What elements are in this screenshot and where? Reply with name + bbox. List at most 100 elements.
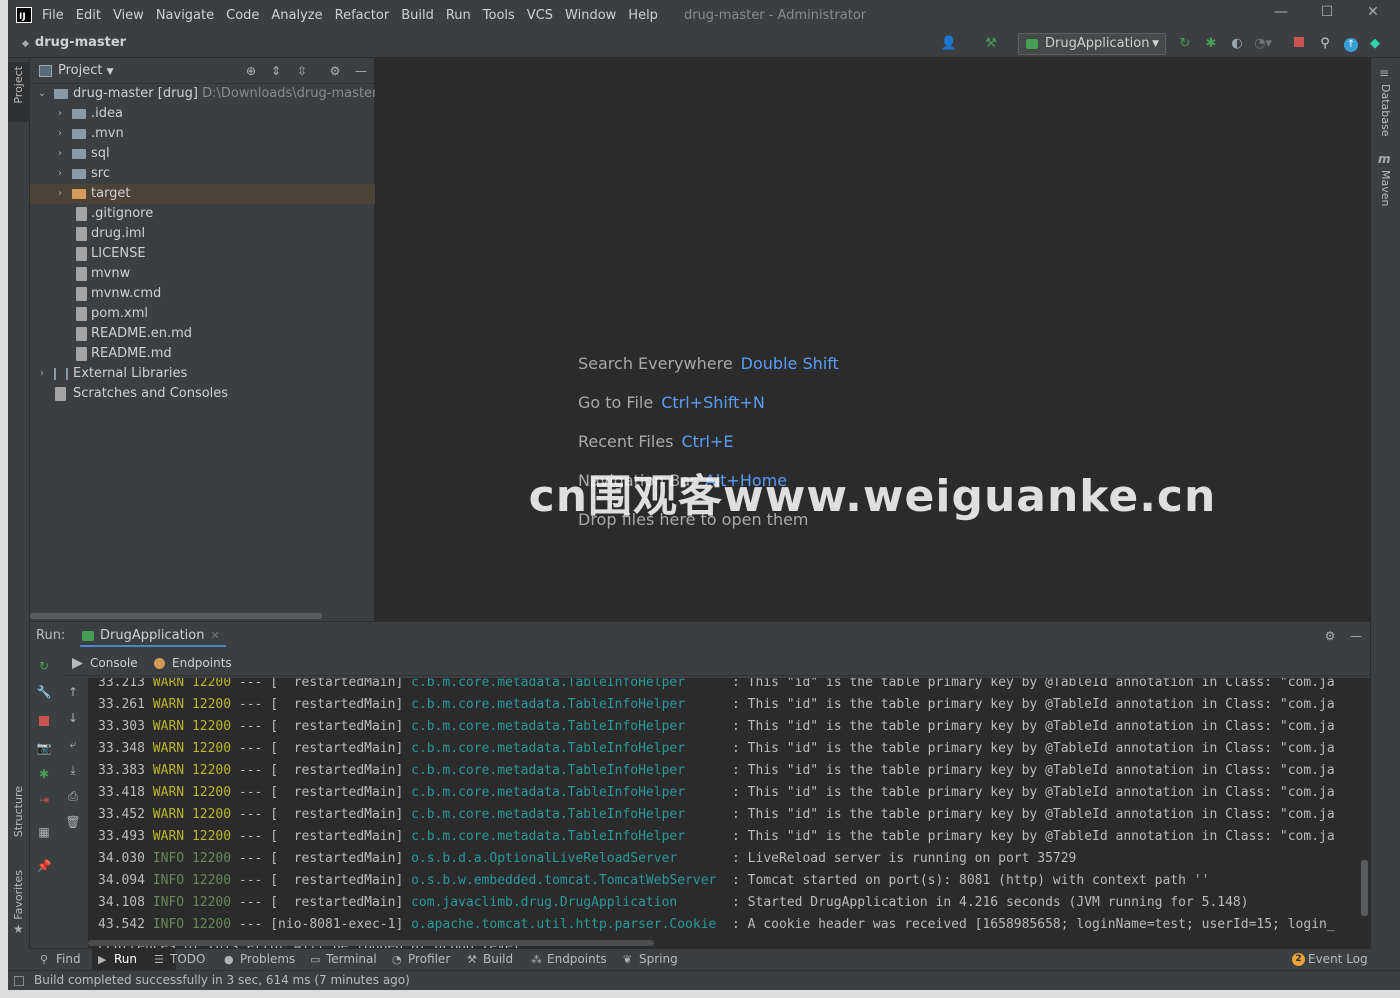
- subtab-endpoints[interactable]: Endpoints: [154, 656, 232, 670]
- up-arrow-icon[interactable]: ↑: [65, 684, 81, 700]
- menu-run[interactable]: Run: [446, 8, 471, 23]
- log-pid: 12200: [191, 697, 232, 712]
- build-hammer-icon[interactable]: ⚒: [982, 35, 1000, 53]
- bottom-tab-todo[interactable]: ☰ TODO: [154, 952, 205, 966]
- tool-tab-structure[interactable]: Structure: [12, 786, 25, 837]
- gear-icon[interactable]: ⚙: [327, 63, 343, 79]
- tree-item[interactable]: mvnw.cmd: [30, 284, 375, 304]
- profiler-icon[interactable]: ◔▾: [1254, 35, 1272, 53]
- pin-icon[interactable]: 📌: [36, 858, 52, 874]
- tree-item[interactable]: › .idea: [30, 104, 375, 124]
- menu-navigate[interactable]: Navigate: [156, 8, 214, 23]
- rerun-icon[interactable]: ↻: [36, 658, 52, 674]
- menu-view[interactable]: View: [113, 8, 144, 23]
- trash-icon[interactable]: 🗑: [65, 814, 81, 830]
- chevron-right-icon[interactable]: ›: [54, 184, 66, 204]
- search-icon[interactable]: ⚲: [1316, 35, 1334, 53]
- bottom-tab-run[interactable]: ▶ Run: [98, 952, 137, 966]
- run-tab-drugapplication[interactable]: DrugApplication ✕: [80, 625, 226, 647]
- down-arrow-icon[interactable]: ↓: [65, 710, 81, 726]
- tree-item[interactable]: › target: [30, 184, 375, 204]
- debug-icon[interactable]: ✱: [36, 766, 52, 782]
- maximize-button[interactable]: ☐: [1312, 4, 1342, 26]
- chevron-down-icon[interactable]: ⌄: [36, 84, 48, 104]
- print-icon[interactable]: ⎙: [65, 788, 81, 804]
- menu-window[interactable]: Window: [565, 8, 616, 23]
- menu-build[interactable]: Build: [401, 8, 434, 23]
- user-icon[interactable]: 👤▾: [940, 35, 958, 69]
- scroll-to-end-icon[interactable]: ⤓: [65, 762, 81, 778]
- chevron-right-icon[interactable]: ›: [54, 104, 66, 124]
- status-message[interactable]: Build completed successfully in 3 sec, 6…: [34, 973, 410, 987]
- tree-item[interactable]: pom.xml: [30, 304, 375, 324]
- run-config-selector[interactable]: DrugApplication ▼: [1018, 33, 1166, 55]
- coverage-icon[interactable]: ◐: [1228, 35, 1246, 53]
- stop-icon[interactable]: [36, 714, 52, 730]
- chevron-right-icon[interactable]: ›: [54, 144, 66, 164]
- tree-item[interactable]: .gitignore: [30, 204, 375, 224]
- menu-refactor[interactable]: Refactor: [335, 8, 390, 23]
- bottom-tab-problems[interactable]: ● Problems: [224, 952, 295, 966]
- menu-vcs[interactable]: VCS: [527, 8, 553, 23]
- chevron-right-icon[interactable]: ›: [54, 164, 66, 184]
- expand-all-icon[interactable]: ⇕: [268, 63, 284, 79]
- console-output[interactable]: 33.213 WARN 12200 --- [ restartedMain] c…: [88, 678, 1370, 948]
- bottom-tab-spring[interactable]: ❦ Spring: [623, 952, 678, 966]
- tool-tab-database[interactable]: Database: [1379, 84, 1392, 137]
- menu-edit[interactable]: Edit: [76, 8, 101, 23]
- gear-icon[interactable]: ⚙: [1322, 628, 1338, 644]
- console-vertical-scrollbar[interactable]: [1361, 860, 1368, 916]
- subtab-console[interactable]: Console: [72, 656, 138, 670]
- tree-item[interactable]: › sql: [30, 144, 375, 164]
- project-horizontal-scrollbar[interactable]: [30, 613, 322, 619]
- close-tab-icon[interactable]: ✕: [210, 629, 219, 642]
- tree-scratches[interactable]: Scratches and Consoles: [30, 384, 375, 404]
- stop-icon[interactable]: [1290, 35, 1308, 53]
- tree-item[interactable]: › .mvn: [30, 124, 375, 144]
- locate-icon[interactable]: ⊕: [243, 63, 259, 79]
- minimize-button[interactable]: —: [1266, 4, 1296, 26]
- wrench-icon[interactable]: 🔧: [36, 684, 52, 700]
- hide-panel-icon[interactable]: —: [353, 63, 369, 79]
- chevron-right-icon[interactable]: ›: [54, 124, 66, 144]
- camera-icon[interactable]: 📷: [36, 740, 52, 756]
- update-icon[interactable]: ↑: [1342, 35, 1360, 53]
- tool-tab-maven[interactable]: Maven: [1379, 170, 1392, 206]
- hide-panel-icon[interactable]: —: [1348, 628, 1364, 644]
- layout-icon[interactable]: ▦: [36, 824, 52, 840]
- log-logger: c.b.m.core.metadata.TableInfoHelper: [411, 785, 725, 800]
- tool-tab-favorites[interactable]: Favorites: [12, 870, 25, 920]
- debug-icon[interactable]: ✱: [1202, 35, 1220, 53]
- menu-tools[interactable]: Tools: [483, 8, 515, 23]
- exit-icon[interactable]: ⇥: [36, 792, 52, 808]
- bottom-tab-endpoints[interactable]: ⁂ Endpoints: [531, 952, 607, 966]
- tree-item[interactable]: drug.iml: [30, 224, 375, 244]
- tree-item[interactable]: LICENSE: [30, 244, 375, 264]
- bottom-tab-terminal[interactable]: ▭ Terminal: [310, 952, 377, 966]
- soft-wrap-icon[interactable]: ⤶: [65, 736, 81, 752]
- project-view-selector[interactable]: Project ▼: [58, 63, 114, 78]
- tree-item[interactable]: README.en.md: [30, 324, 375, 344]
- bottom-tab-profiler[interactable]: ◔ Profiler: [392, 952, 450, 966]
- tree-external-libraries[interactable]: › External Libraries: [30, 364, 375, 384]
- bottom-tab-build[interactable]: ⚒ Build: [467, 952, 513, 966]
- chevron-right-icon[interactable]: ›: [36, 364, 48, 384]
- menu-file[interactable]: File: [42, 8, 64, 23]
- bottom-tab-event-log[interactable]: 2 Event Log: [1292, 952, 1368, 966]
- tree-root-drug-master[interactable]: ⌄ drug-master [drug] D:\Downloads\drug-ma…: [30, 84, 375, 104]
- tool-tab-project[interactable]: Project: [12, 66, 25, 104]
- menu-help[interactable]: Help: [628, 8, 658, 23]
- collapse-all-icon[interactable]: ⇳: [294, 63, 310, 79]
- menu-analyze[interactable]: Analyze: [271, 8, 322, 23]
- tree-item[interactable]: mvnw: [30, 264, 375, 284]
- rerun-icon[interactable]: ↻: [1176, 35, 1194, 53]
- menu-code[interactable]: Code: [226, 8, 259, 23]
- tree-item[interactable]: README.md: [30, 344, 375, 364]
- jetbrains-toolbox-icon[interactable]: ◆: [1366, 35, 1384, 53]
- tree-item[interactable]: › src: [30, 164, 375, 184]
- bottom-tab-find[interactable]: ⚲ Find: [40, 952, 81, 966]
- editor-empty-area[interactable]: Search Everywhere Double Shift Go to File C…: [375, 58, 1370, 621]
- breadcrumb[interactable]: ◆ drug-master: [22, 35, 126, 50]
- console-horizontal-scrollbar[interactable]: [88, 940, 654, 946]
- close-button[interactable]: ✕: [1358, 4, 1388, 26]
